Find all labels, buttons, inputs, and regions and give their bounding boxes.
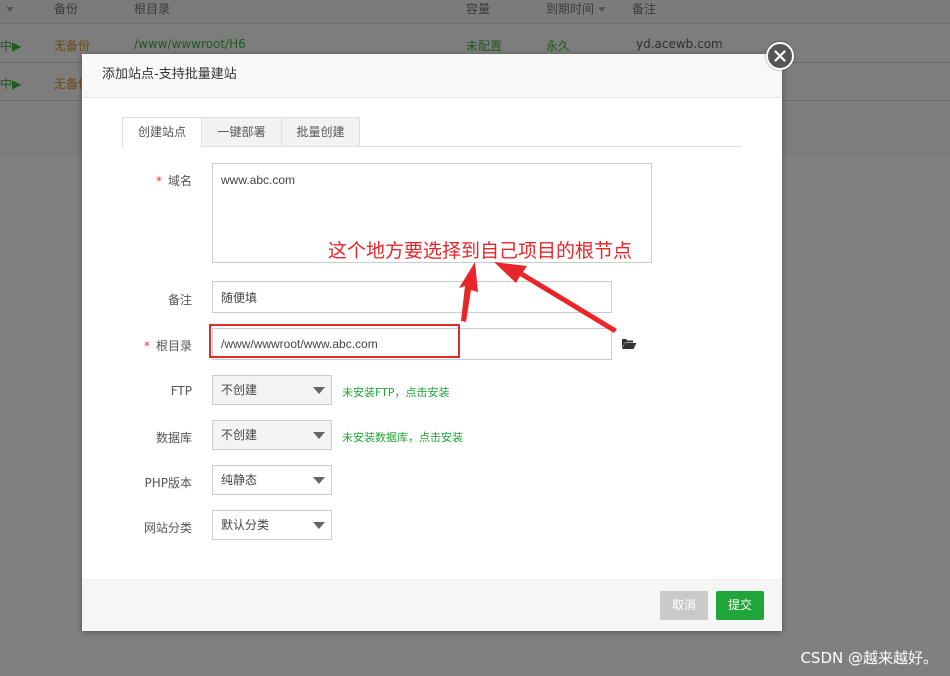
annotation-arrows	[459, 262, 617, 333]
arrow-right	[494, 262, 617, 333]
arrow-left	[459, 262, 478, 322]
watermark: CSDN @越来越好。	[800, 649, 938, 667]
